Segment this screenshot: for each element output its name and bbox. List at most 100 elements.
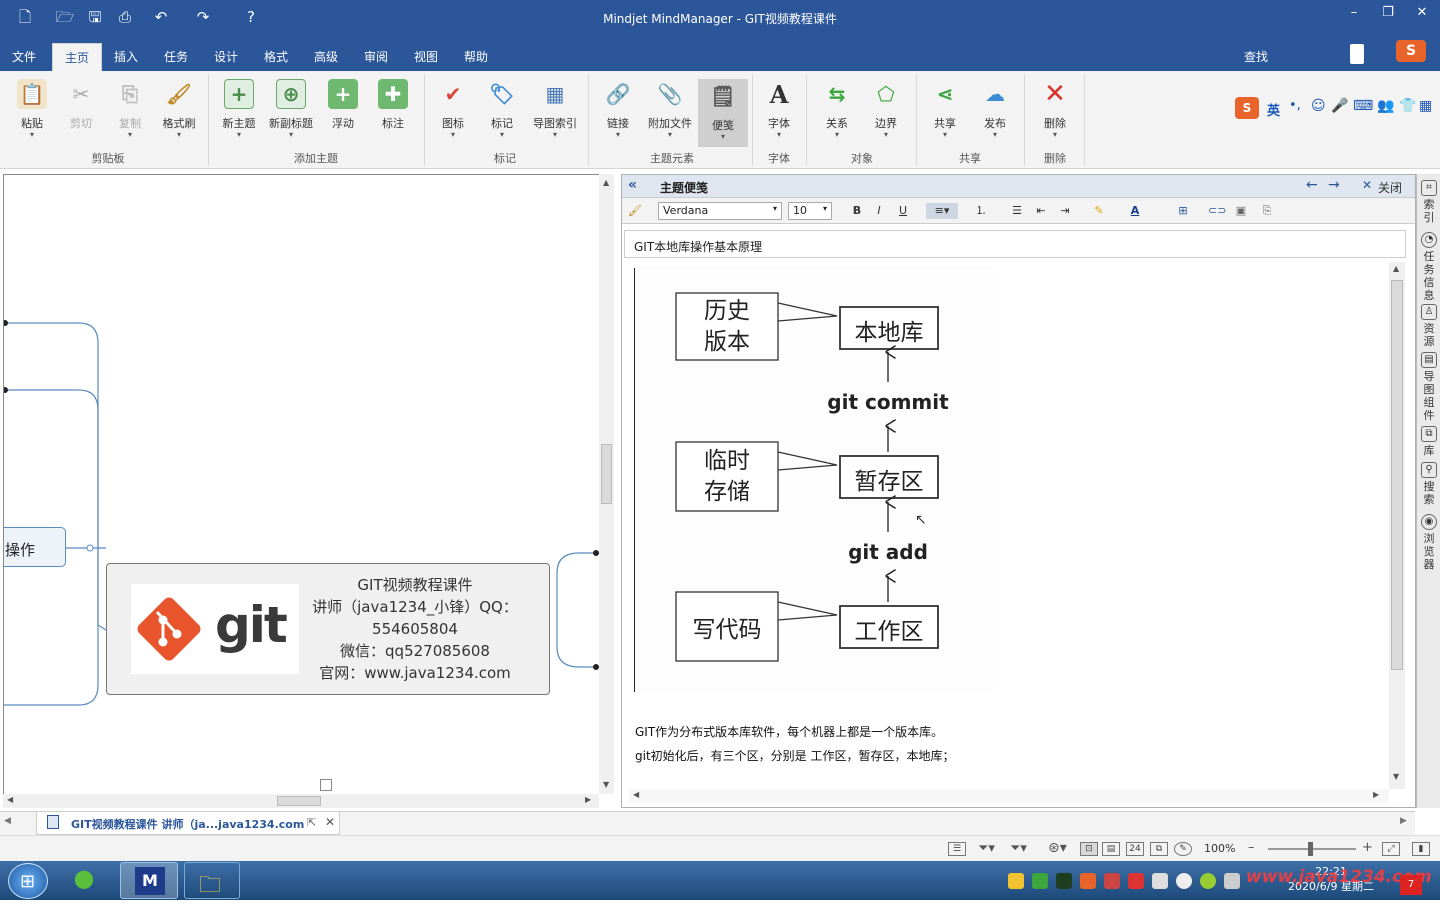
outdent-icon[interactable]: ⇤: [1032, 203, 1050, 219]
link-button[interactable]: 🔗 链接 ▾: [593, 79, 643, 139]
new-subtopic-button[interactable]: ⊕ 新副标题 ▾: [266, 79, 316, 139]
layout-icon[interactable]: ⊛▾: [1048, 840, 1067, 856]
font-color-icon[interactable]: A: [1126, 203, 1144, 219]
menu-insert[interactable]: 插入: [114, 48, 138, 65]
map-vertical-scrollbar[interactable]: ▲ ▼: [599, 174, 614, 794]
calendar-view-icon[interactable]: 24: [1126, 842, 1144, 856]
new-topic-button[interactable]: + 新主题 ▾: [214, 79, 264, 139]
map-vscroll-thumb[interactable]: [601, 444, 612, 504]
minimize-button[interactable]: –: [1338, 4, 1370, 22]
tray-app-icon[interactable]: [1104, 873, 1120, 889]
microphone-icon[interactable]: 🎤: [1331, 98, 1348, 114]
close-notes-button[interactable]: 关闭: [1378, 179, 1402, 196]
tab-scroll-right-icon[interactable]: ▶: [1400, 816, 1407, 826]
search-box[interactable]: [1350, 44, 1364, 64]
font-button[interactable]: A 字体 ▾: [754, 79, 804, 139]
menu-home[interactable]: 主页: [52, 43, 102, 71]
relationship-button[interactable]: ⇆ 关系 ▾: [812, 79, 862, 139]
central-topic[interactable]: git GIT视频教程课件 讲师（java1234_小锋）QQ： 5546058…: [106, 563, 550, 695]
paste-button[interactable]: 📋 粘贴 ▾: [7, 79, 57, 139]
indent-icon[interactable]: ⇥: [1056, 203, 1074, 219]
notes-vscroll-thumb[interactable]: [1391, 280, 1403, 670]
callout-button[interactable]: ✚ 标注: [368, 79, 418, 131]
map-canvas[interactable]: 操作 git GIT视频教程课件 讲师（java1234_小锋）QQ： 5546…: [3, 174, 599, 794]
tab-popout-icon[interactable]: ⇱: [307, 816, 316, 829]
filter-advanced-icon[interactable]: ⏷▾: [1010, 841, 1027, 856]
taskbar-explorer-button[interactable]: 🗀: [184, 862, 240, 899]
taskbar-mindmanager-button[interactable]: M: [120, 862, 178, 899]
floating-topic-button[interactable]: + 浮动: [318, 79, 368, 131]
tray-display-icon[interactable]: [1152, 873, 1168, 889]
table-icon[interactable]: ⊞: [1174, 203, 1192, 219]
notes-editor[interactable]: 历史 版本 临时 存储 写代码 本地库 暂存区 工作区 git commit git…: [629, 262, 1391, 789]
bullet-list-icon[interactable]: ☰: [1008, 203, 1026, 219]
fit-map-icon[interactable]: ⊡: [1080, 842, 1098, 856]
punctuation-icon[interactable]: •,: [1289, 98, 1301, 113]
notes-button[interactable]: 🗒 便笺 ▾: [698, 79, 748, 147]
map-topic-operations[interactable]: 操作: [4, 527, 66, 567]
restore-button[interactable]: ❐: [1372, 4, 1404, 22]
tray-app2-icon[interactable]: [1128, 873, 1144, 889]
close-button[interactable]: ✕: [1406, 4, 1438, 22]
tag-button[interactable]: 🏷 标记 ▾: [477, 79, 527, 139]
grid-icon[interactable]: ▦: [1419, 98, 1432, 114]
view-outline-icon[interactable]: ☰: [948, 842, 966, 856]
copy-button[interactable]: ⎘ 复制 ▾: [105, 79, 155, 139]
format-painter-button[interactable]: 🖌 格式刷 ▾: [154, 79, 204, 139]
document-tab[interactable]: GIT视频教程课件 讲师（ja...java1234.com ⇱ ✕: [36, 812, 340, 835]
map-horizontal-scrollbar[interactable]: ◀ ▶: [3, 794, 599, 808]
pane-tab-resources[interactable]: ♙ 资源: [1420, 304, 1438, 348]
delete-button[interactable]: ✕ 删除 ▾: [1030, 79, 1080, 139]
zoom-slider[interactable]: [1268, 842, 1356, 856]
shirt-icon[interactable]: 👕: [1399, 98, 1416, 114]
clear-format-icon[interactable]: 🖌: [626, 203, 644, 219]
pane-tab-library[interactable]: ⧉ 库: [1420, 426, 1438, 457]
icon-button[interactable]: ✔ 图标 ▾: [428, 79, 478, 139]
tab-scroll-left-icon[interactable]: ◀: [4, 816, 11, 826]
align-left-icon[interactable]: ≡▾: [926, 203, 958, 219]
prev-note-icon[interactable]: ←: [1306, 177, 1318, 193]
menu-task[interactable]: 任务: [164, 48, 188, 65]
tray-shield-icon[interactable]: [1032, 873, 1048, 889]
highlight-icon[interactable]: ✎: [1090, 203, 1108, 219]
close-notes-icon[interactable]: ✕: [1362, 178, 1372, 192]
filter-icon[interactable]: ⏷▾: [978, 841, 995, 856]
zoom-slider-thumb[interactable]: [1308, 842, 1313, 856]
pane-tab-index[interactable]: ⌗ 索引: [1420, 180, 1438, 224]
notes-vertical-scrollbar[interactable]: ▲ ▼: [1389, 262, 1405, 789]
tray-notification-icon[interactable]: [1176, 873, 1192, 889]
panel-toggle-icon[interactable]: ▮: [1412, 842, 1430, 856]
insert-object-icon[interactable]: ⎘: [1258, 203, 1276, 219]
page-view-icon[interactable]: ▤: [1102, 842, 1120, 856]
menu-file[interactable]: 文件: [12, 48, 36, 65]
next-note-icon[interactable]: →: [1328, 177, 1340, 193]
tray-action-icon[interactable]: [1200, 873, 1216, 889]
tray-badge-icon[interactable]: 7: [1400, 875, 1422, 895]
sogou-ime-icon[interactable]: S: [1235, 97, 1259, 119]
menu-help[interactable]: 帮助: [464, 48, 488, 65]
map-hscroll-thumb[interactable]: [277, 796, 321, 806]
taskbar-app-green-icon[interactable]: ●: [62, 864, 106, 898]
menu-format[interactable]: 格式: [264, 48, 288, 65]
bold-button[interactable]: B: [848, 203, 866, 219]
tray-network-drive-icon[interactable]: [1008, 873, 1024, 889]
zoom-out-button[interactable]: –: [1248, 840, 1255, 855]
pane-tab-map-parts[interactable]: ▤ 导图组件: [1420, 352, 1438, 422]
underline-button[interactable]: U: [894, 203, 912, 219]
pane-tab-task-info[interactable]: ◔ 任务信息: [1420, 232, 1438, 302]
cut-button[interactable]: ✂ 剪切: [56, 79, 106, 131]
attach-file-button[interactable]: 📎 附加文件 ▾: [645, 79, 695, 139]
keyboard-icon[interactable]: ⌨: [1353, 98, 1373, 114]
collapse-panel-icon[interactable]: «: [628, 177, 637, 193]
font-size-select[interactable]: 10 ▾: [788, 202, 832, 220]
map-overview-icon[interactable]: [320, 779, 332, 791]
tray-sogou-icon[interactable]: [1080, 873, 1096, 889]
menu-review[interactable]: 审阅: [364, 48, 388, 65]
start-button[interactable]: ⊞: [8, 863, 48, 899]
emoji-icon[interactable]: ☺: [1311, 98, 1326, 114]
menu-advanced[interactable]: 高级: [314, 48, 338, 65]
presentation-icon[interactable]: ⧉: [1150, 842, 1168, 856]
tray-nvidia-icon[interactable]: [1056, 873, 1072, 889]
search-label[interactable]: 查找: [1244, 48, 1268, 65]
pane-tab-search[interactable]: ⚲ 搜索: [1420, 462, 1438, 506]
